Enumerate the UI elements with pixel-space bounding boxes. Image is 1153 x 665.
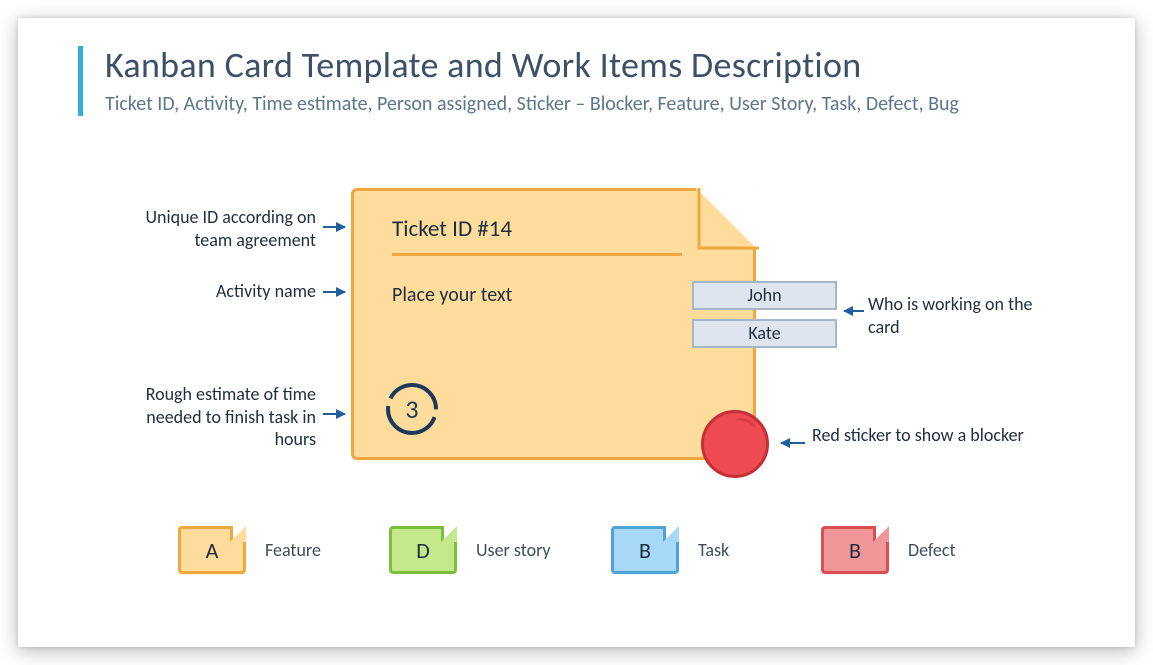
arrow-left-icon — [781, 442, 805, 444]
legend-card-feature: A — [178, 526, 246, 574]
activity-text: Place your text — [392, 283, 512, 307]
time-estimate: 3 — [384, 381, 440, 437]
annotation-activity: Activity name — [134, 280, 316, 303]
assignee-tag: Kate — [692, 319, 837, 348]
legend-card-task: B — [611, 526, 679, 574]
legend-card-userstory: D — [389, 526, 457, 574]
blocker-sticker-icon — [701, 410, 769, 478]
arrow-right-icon — [323, 226, 345, 228]
annotation-estimate: Rough estimate of time needed to finish … — [134, 383, 316, 451]
annotation-who: Who is working on the card — [868, 293, 1068, 338]
page-subtitle: Ticket ID, Activity, Time estimate, Pers… — [105, 92, 959, 116]
card-fold-icon — [873, 526, 889, 542]
assignee-tag: John — [692, 281, 837, 310]
ticket-id-underline — [392, 253, 682, 256]
annotation-blocker: Red sticker to show a blocker — [812, 424, 1042, 447]
header: Kanban Card Template and Work Items Desc… — [78, 46, 959, 116]
arrow-left-icon — [844, 310, 864, 312]
card-fold-icon — [663, 526, 679, 542]
card-fold-border — [696, 188, 756, 248]
arrow-right-icon — [323, 291, 345, 293]
slide: Kanban Card Template and Work Items Desc… — [18, 18, 1135, 647]
card-fold-icon — [441, 526, 457, 542]
page-title: Kanban Card Template and Work Items Desc… — [105, 46, 959, 86]
legend-label: Task — [698, 539, 729, 561]
legend-label: Feature — [265, 539, 321, 561]
legend-letter: D — [416, 537, 430, 564]
annotation-id: Unique ID according on team agreement — [134, 206, 316, 251]
legend-letter: A — [206, 537, 219, 564]
legend-card-defect: B — [821, 526, 889, 574]
legend-letter: B — [849, 537, 861, 564]
legend-letter: B — [639, 537, 651, 564]
legend-label: User story — [476, 539, 551, 561]
ticket-id: Ticket ID #14 — [392, 215, 512, 243]
time-estimate-value: 3 — [384, 381, 440, 437]
arrow-right-icon — [323, 413, 345, 415]
card-fold-icon — [230, 526, 246, 542]
legend-label: Defect — [908, 539, 956, 561]
